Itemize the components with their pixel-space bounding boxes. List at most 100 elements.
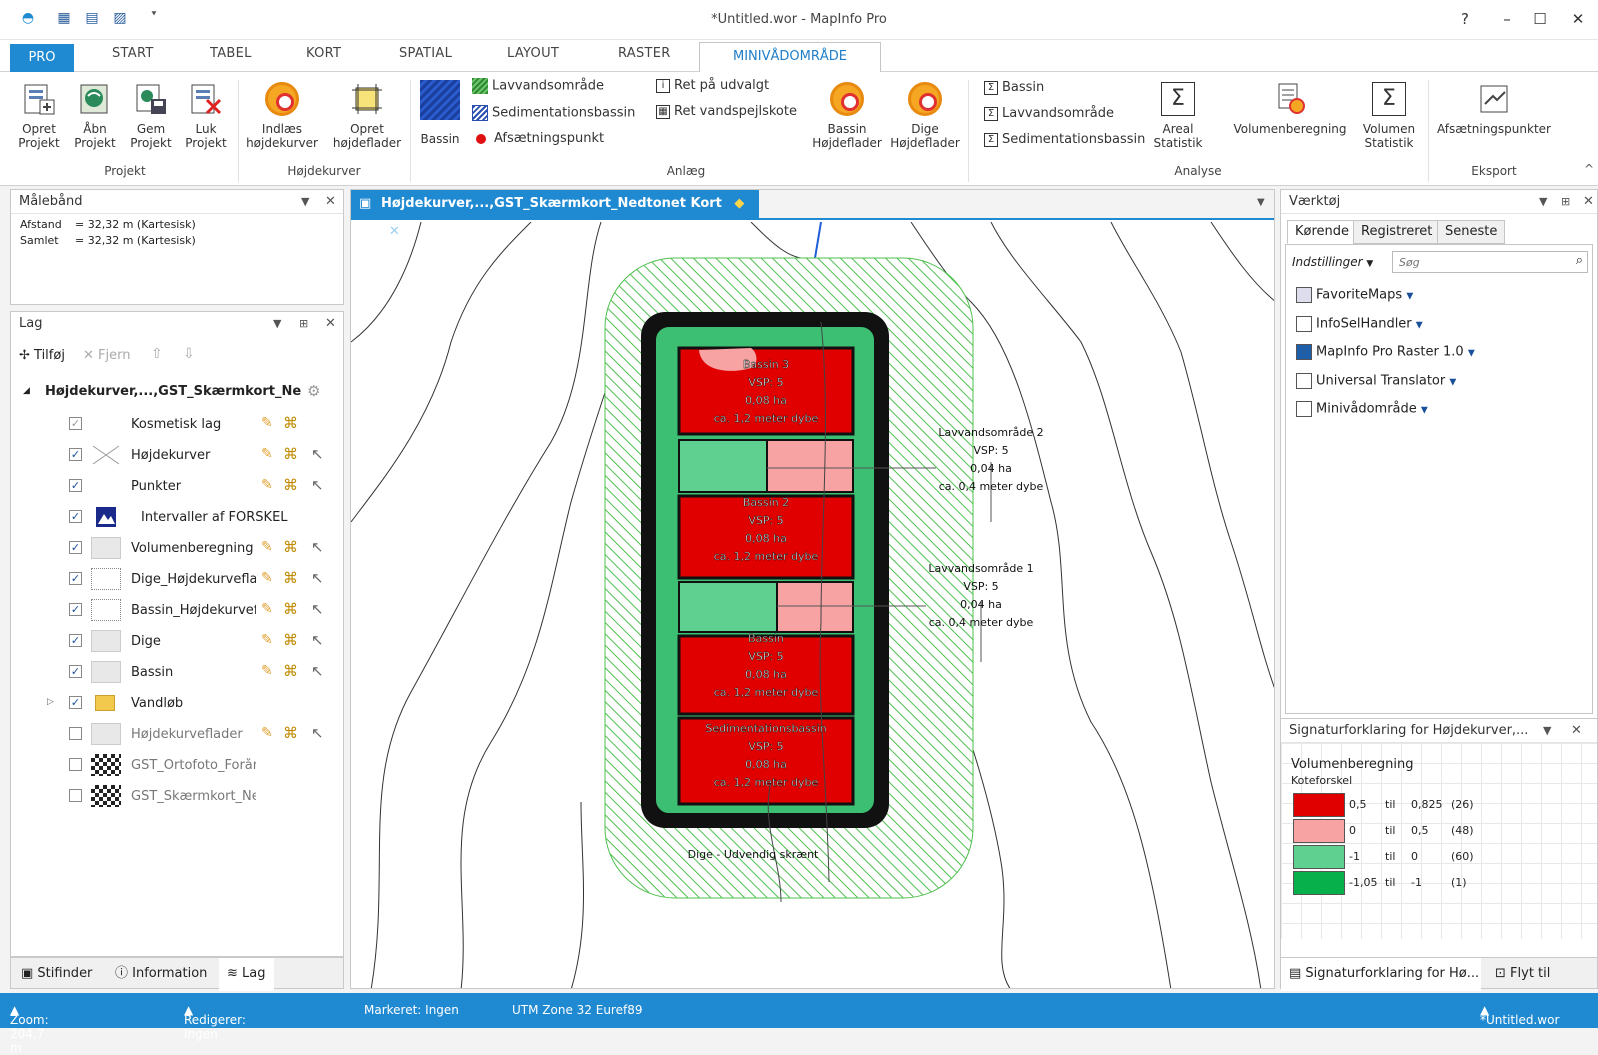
layer-visibility-checkbox[interactable] — [69, 727, 82, 740]
ret-paa-udvalgt-button[interactable]: i Ret på udvalgt — [656, 78, 769, 93]
analyse-sediment-button[interactable]: Σ Sedimentationsbassin — [984, 132, 1145, 147]
chevron-down-icon[interactable]: ▼ — [1449, 378, 1456, 388]
layer-visibility-checkbox[interactable]: ✓ — [69, 541, 82, 554]
edit-status[interactable]: Redigerer: Ingen ▲ — [184, 1003, 246, 1041]
move-down-icon[interactable]: ⇩ — [183, 346, 195, 362]
layer-visibility-checkbox[interactable]: ✓ — [69, 448, 82, 461]
tab-minivadomrade[interactable]: MINIVÅDOMRÅDE — [699, 42, 881, 73]
map-settings-icon[interactable]: ⚙ — [307, 382, 320, 400]
workspace-status[interactable]: *Untitled.wor ▲ — [1480, 1003, 1559, 1027]
volumenberegning-button[interactable]: Volumenberegning — [1224, 82, 1356, 136]
layer-row[interactable]: GST_Ortofoto_Forår — [11, 751, 351, 781]
layer-row[interactable]: ✓ Volumenberegning ✎ ⌘ ↖ — [11, 534, 351, 564]
bassin-hojdeflader-button[interactable]: Bassin Højdeflader — [812, 82, 882, 150]
tab-kort[interactable]: KORT — [306, 46, 341, 61]
gem-projekt-button[interactable]: Gem Projekt — [125, 82, 177, 150]
collapse-ribbon-button[interactable]: ^ — [1584, 162, 1594, 176]
layer-visibility-checkbox[interactable]: ✓ — [69, 665, 82, 678]
tab-layout[interactable]: LAYOUT — [507, 46, 559, 61]
layer-visibility-checkbox[interactable]: ✓ — [69, 696, 82, 709]
opret-hojdeflader-button[interactable]: Opret højdeflader — [328, 82, 406, 150]
panel-close-icon[interactable]: ✕ — [1583, 190, 1594, 214]
pencil-icon[interactable]: ✎ — [261, 415, 273, 431]
pencil-icon[interactable]: ✎ — [261, 632, 273, 648]
tool-minivadomrade[interactable]: Miniv​ådområde ▼ — [1296, 401, 1428, 417]
layer-visibility-checkbox[interactable]: ✓ — [69, 510, 82, 523]
lock-icon[interactable]: ⌘ — [283, 445, 298, 463]
zoom-status[interactable]: Zoom: 204,7 m ▲ — [10, 1003, 49, 1055]
collapse-arrow-icon[interactable]: ◢ — [23, 386, 30, 396]
tab-information[interactable]: ⓘ Information — [115, 958, 207, 990]
selectable-icon[interactable]: ↖ — [311, 569, 324, 587]
panel-close-icon[interactable]: ✕ — [325, 190, 336, 214]
volumen-statistik-button[interactable]: Σ Volumen Statistik — [1358, 82, 1420, 150]
panel-menu-icon[interactable]: ▼ — [273, 312, 281, 336]
lavvandsomrade-1-shallow[interactable] — [776, 581, 854, 633]
layer-visibility-checkbox[interactable] — [69, 758, 82, 771]
add-layer-button[interactable]: ✢ Tilføj — [19, 348, 65, 363]
indlaes-hojdekurver-button[interactable]: Indlæs højdekurver — [242, 82, 322, 150]
selectable-icon[interactable]: ↖ — [311, 631, 324, 649]
tool-infoselhandler[interactable]: InfoSelHandler ▼ — [1296, 316, 1423, 332]
selectable-icon[interactable]: ↖ — [311, 662, 324, 680]
layer-visibility-checkbox[interactable]: ✓ — [69, 634, 82, 647]
tab-seneste[interactable]: Seneste — [1437, 220, 1506, 244]
pencil-icon[interactable]: ✎ — [261, 601, 273, 617]
analyse-bassin-button[interactable]: Σ Bassin — [984, 80, 1044, 95]
layer-row[interactable]: ✓ Bassin_Højdekurvef ✎ ⌘ ↖ — [11, 596, 351, 626]
chevron-down-icon[interactable]: ▼ — [1416, 321, 1423, 331]
selectable-icon[interactable]: ↖ — [311, 538, 324, 556]
pencil-icon[interactable]: ✎ — [261, 539, 273, 555]
tab-signaturforklaring[interactable]: ▤ Signaturforklaring for Hø... — [1281, 958, 1481, 991]
tab-raster[interactable]: RASTER — [618, 46, 671, 61]
pencil-icon[interactable]: ✎ — [261, 725, 273, 741]
layer-row[interactable]: ✓ Dige ✎ ⌘ ↖ — [11, 627, 351, 657]
lock-icon[interactable]: ⌘ — [283, 538, 298, 556]
tab-list-icon[interactable]: ▼ — [1257, 197, 1265, 208]
layer-row[interactable]: ✓ Punkter ✎ ⌘ ↖ — [11, 472, 351, 502]
lock-icon[interactable]: ⌘ — [283, 662, 298, 680]
layer-row[interactable]: GST_Skærmkort_Ne — [11, 782, 351, 812]
pencil-icon[interactable]: ✎ — [261, 570, 273, 586]
panel-menu-icon[interactable]: ▼ — [1539, 190, 1547, 214]
search-field[interactable]: ⌕ — [1392, 251, 1588, 273]
move-up-icon[interactable]: ⇧ — [151, 346, 163, 362]
help-button[interactable]: ? — [1452, 10, 1478, 30]
chevron-down-icon[interactable]: ▼ — [1421, 406, 1428, 416]
pin-icon[interactable]: ⊞ — [299, 312, 308, 336]
map-window[interactable]: ▣ Højdekurver,...,GST_Skærmkort_Nedtonet… — [350, 189, 1275, 989]
tab-start[interactable]: START — [112, 46, 154, 61]
afsaetningspunkter-button[interactable]: Afsætningspunkter — [1432, 82, 1556, 136]
projection-status[interactable]: UTM Zone 32 Euref89 — [512, 1003, 642, 1017]
afsaetningspunkt-button[interactable]: Afsætningspunkt — [476, 131, 604, 146]
pencil-icon[interactable]: ✎ — [261, 663, 273, 679]
ret-vandspejlskote-button[interactable]: ▦ Ret vandspejlskote — [656, 104, 797, 119]
selectable-icon[interactable]: ↖ — [311, 445, 324, 463]
panel-menu-icon[interactable]: ▼ — [1543, 719, 1551, 743]
tool-favoritemaps[interactable]: FavoriteMaps ▼ — [1296, 287, 1413, 303]
map-canvas[interactable]: Bassin 3 VSP: 5 0,08 ha ca. 1,2 meter dy… — [351, 222, 1275, 989]
layer-visibility-checkbox[interactable]: ✓ — [69, 417, 82, 430]
luk-projekt-button[interactable]: Luk Projekt — [180, 82, 232, 150]
selectable-icon[interactable]: ↖ — [311, 476, 324, 494]
panel-close-icon[interactable]: ✕ — [325, 312, 336, 336]
bassin-button[interactable]: Bassin — [416, 80, 464, 146]
layer-row[interactable]: ✓ Bassin ✎ ⌘ ↖ — [11, 658, 351, 688]
tab-lag[interactable]: ≋ Lag — [219, 958, 274, 991]
panel-close-icon[interactable]: ✕ — [1571, 719, 1582, 743]
layer-row[interactable]: ✓ Kosmetisk lag ✎ ⌘ — [11, 410, 351, 440]
layer-row[interactable]: ✓ Dige_Højdekurvefla ✎ ⌘ ↖ — [11, 565, 351, 595]
chevron-down-icon[interactable]: ▼ — [1468, 349, 1475, 359]
panel-menu-icon[interactable]: ▼ — [301, 190, 309, 214]
close-button[interactable]: ✕ — [1565, 10, 1591, 30]
layer-visibility-checkbox[interactable] — [69, 789, 82, 802]
map-root-node[interactable]: Højdekurver,...,GST_Skærmkort_Ned — [45, 384, 301, 399]
areal-statistik-button[interactable]: Σ Areal Statistik — [1150, 82, 1206, 150]
layer-visibility-checkbox[interactable]: ✓ — [69, 479, 82, 492]
expand-arrow-icon[interactable]: ▷ — [47, 697, 54, 707]
search-icon[interactable]: ⌕ — [1576, 253, 1583, 268]
tool-raster[interactable]: MapInfo Pro Raster 1.0 ▼ — [1296, 344, 1475, 360]
lock-icon[interactable]: ⌘ — [283, 631, 298, 649]
tab-korende[interactable]: Kørende — [1287, 220, 1358, 244]
pencil-icon[interactable]: ✎ — [261, 446, 273, 462]
